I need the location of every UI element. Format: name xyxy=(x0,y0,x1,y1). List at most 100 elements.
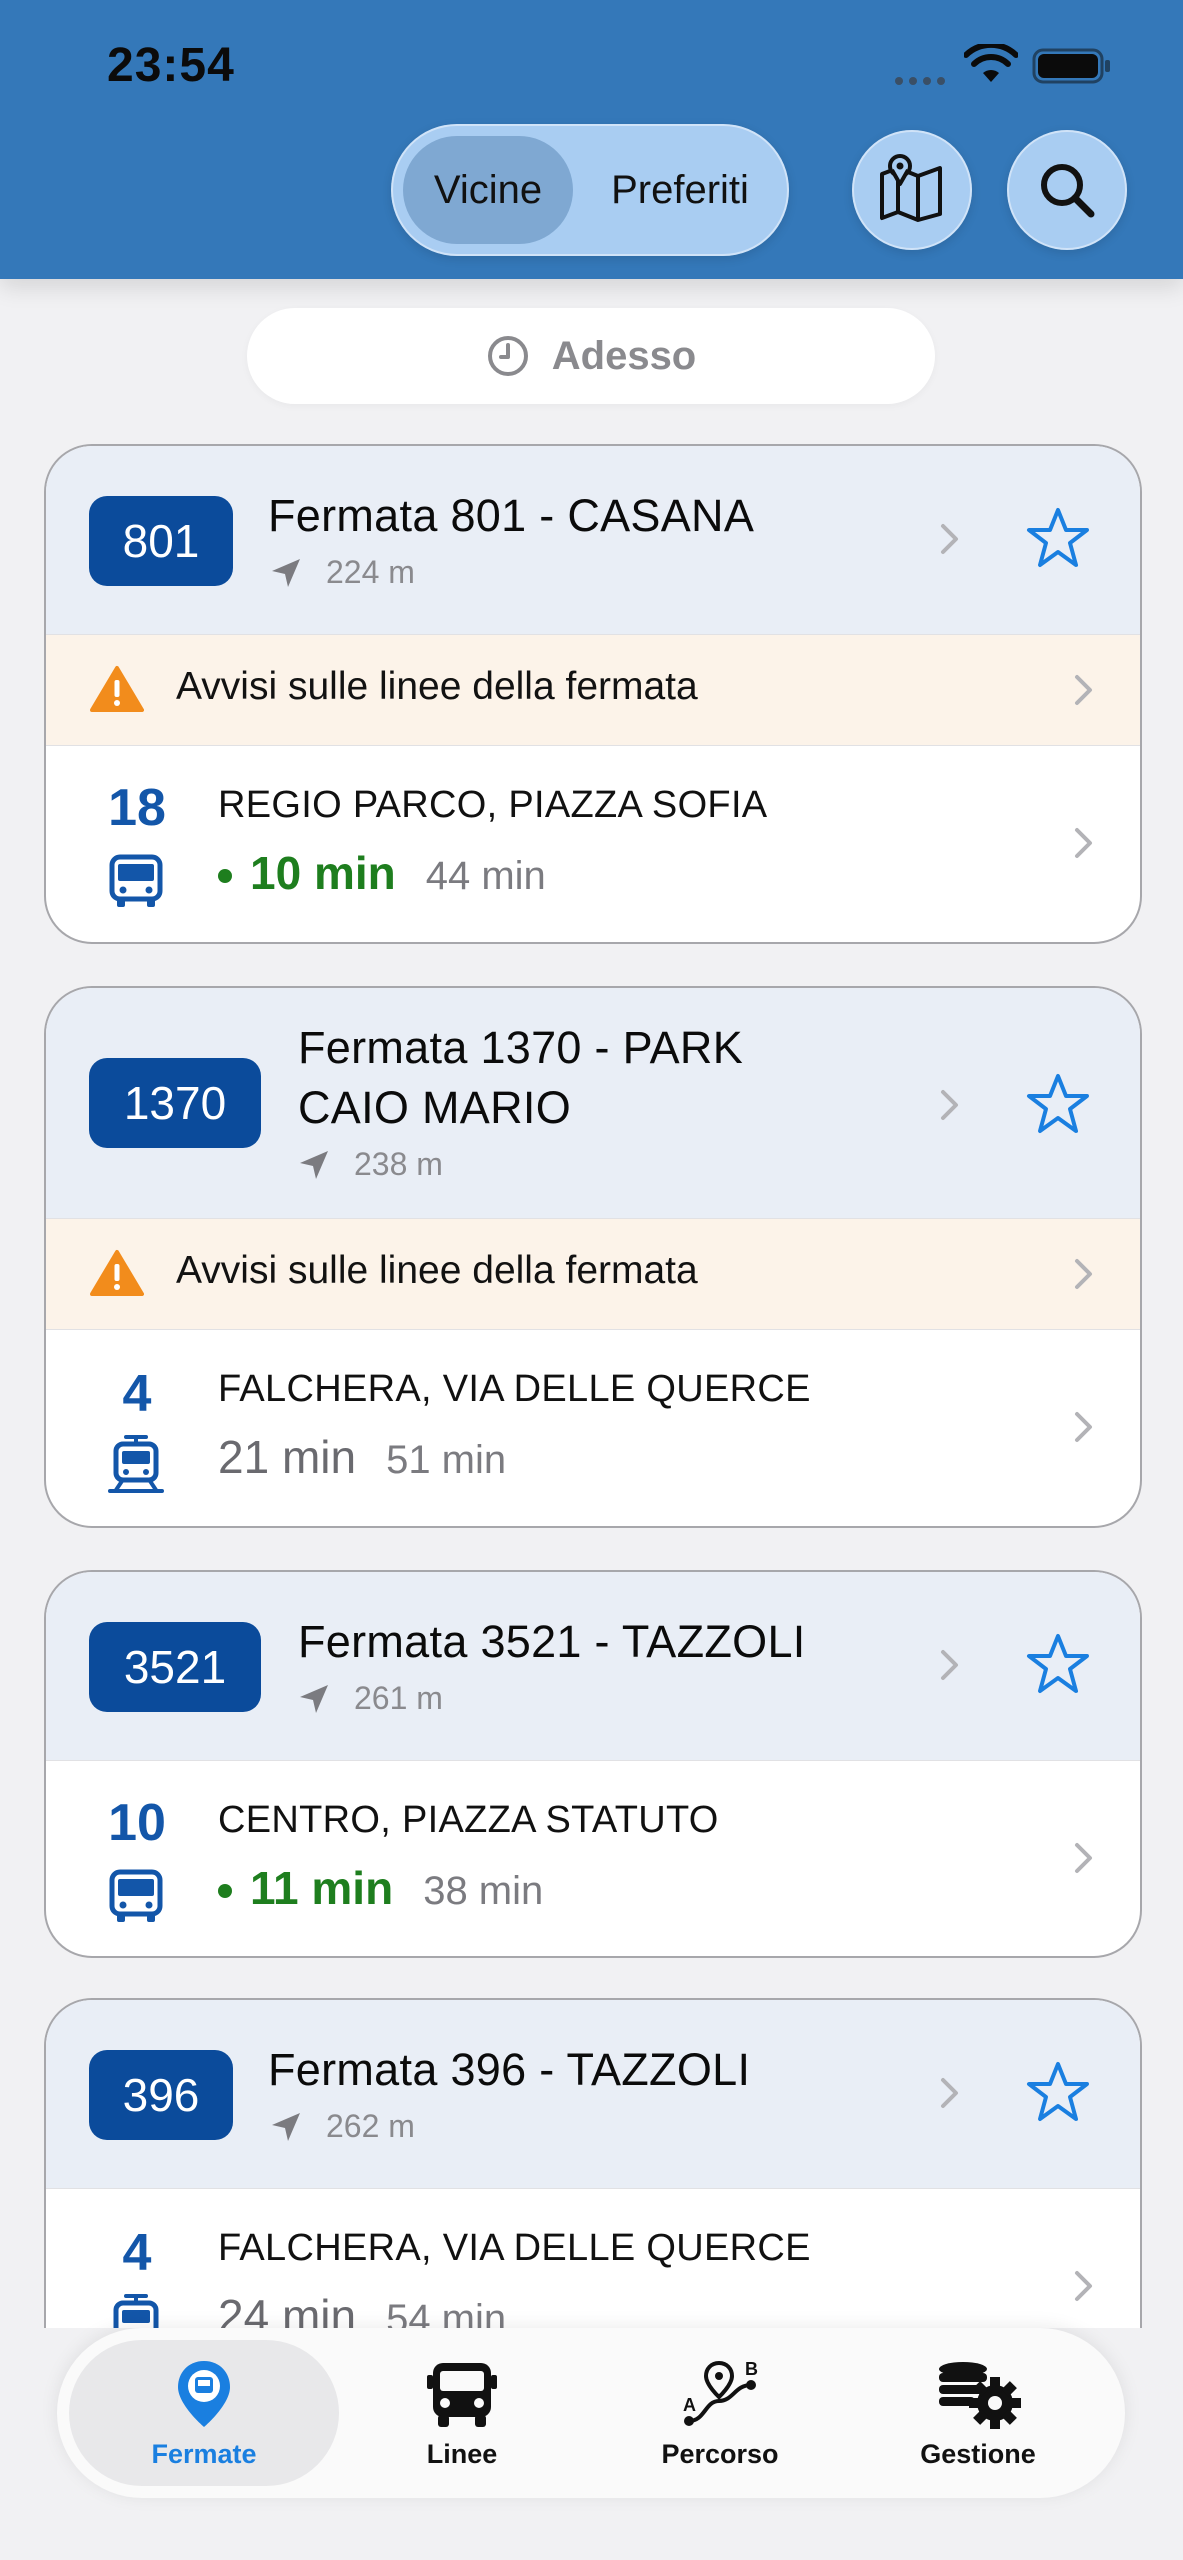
stop-header[interactable]: 1370 Fermata 1370 - PARK CAIO MARIO 238 … xyxy=(46,988,1140,1218)
time-filter-label: Adesso xyxy=(551,333,697,378)
realtime-dot-icon xyxy=(218,1884,232,1898)
stop-code-badge: 396 xyxy=(89,2050,233,2140)
route-icon: A B xyxy=(683,2359,758,2426)
distance-value: 224 m xyxy=(326,554,415,590)
line-alerts-row[interactable]: Avvisi sulle linee della fermata xyxy=(46,1218,1140,1330)
line-destination: REGIO PARCO, PIAZZA SOFIA xyxy=(218,784,768,826)
chevron-right-icon xyxy=(941,1650,958,1680)
svg-text:B: B xyxy=(745,2359,758,2379)
wifi-icon xyxy=(964,44,1018,82)
stop-code-badge: 3521 xyxy=(89,1622,261,1712)
alerts-label: Avvisi sulle linee della fermata xyxy=(176,665,698,708)
line-alerts-row[interactable]: Avvisi sulle linee della fermata xyxy=(46,634,1140,746)
distance-value: 262 m xyxy=(326,2108,415,2144)
line-destination: CENTRO, PIAZZA STATUTO xyxy=(218,1799,719,1841)
stop-title: Fermata 396 - TAZZOLI xyxy=(268,2044,751,2095)
favorite-star-icon[interactable] xyxy=(1025,1072,1091,1136)
time-filter-button[interactable]: Adesso xyxy=(247,308,935,404)
stop-header[interactable]: 3521 Fermata 3521 - TAZZOLI 261 m xyxy=(46,1572,1140,1761)
location-arrow-icon xyxy=(300,1684,328,1713)
chevron-right-icon xyxy=(941,524,958,554)
stop-header[interactable]: 801 Fermata 801 - CASANA 224 m xyxy=(46,446,1140,634)
status-time: 23:54 xyxy=(107,39,235,92)
line-row[interactable]: 18 REGIO PARCO, PIAZZA SOFIA 10 min 44 m… xyxy=(46,746,1140,942)
favorite-star-icon[interactable] xyxy=(1025,2060,1091,2124)
alerts-label: Avvisi sulle linee della fermata xyxy=(176,1249,698,1292)
stop-card: 1370 Fermata 1370 - PARK CAIO MARIO 238 … xyxy=(44,986,1142,1528)
arrival-times: 21 min 51 min xyxy=(218,1430,506,1484)
line-number: 4 xyxy=(122,2224,152,2282)
stop-title: Fermata 3521 - TAZZOLI xyxy=(298,1616,806,1667)
stop-distance: 224 m xyxy=(270,554,415,591)
line-destination: FALCHERA, VIA DELLE QUERCE xyxy=(218,2227,811,2269)
line-number: 18 xyxy=(108,779,166,837)
top-bar: 23:54 Vicine Preferiti xyxy=(0,0,1183,279)
stop-title: Fermata 801 - CASANA xyxy=(268,490,755,541)
stop-distance: 262 m xyxy=(270,2108,415,2145)
tab-bar-container: Fermate Linee A B Percorso Gestione xyxy=(57,2328,1125,2498)
settings-database-icon xyxy=(939,2361,1021,2429)
arrival-times: 10 min 44 min xyxy=(218,846,546,900)
tab-label: Fermate xyxy=(151,2438,257,2469)
signal-icon xyxy=(895,72,951,85)
chevron-right-icon xyxy=(1075,1259,1092,1289)
segment-vicine[interactable]: Vicine xyxy=(403,136,573,244)
bus-icon xyxy=(427,2362,497,2427)
svg-text:A: A xyxy=(683,2395,696,2415)
tab-bar: Fermate Linee A B Percorso Gestione xyxy=(0,2328,1183,2560)
line-number: 10 xyxy=(108,1794,166,1852)
chevron-right-icon xyxy=(941,2078,958,2108)
stop-distance: 261 m xyxy=(298,1680,443,1717)
warning-icon xyxy=(90,1250,144,1296)
stop-title-line-1: Fermata 1370 - PARK xyxy=(298,1022,744,1073)
map-button[interactable] xyxy=(852,130,972,250)
favorite-star-icon[interactable] xyxy=(1025,1632,1091,1696)
location-arrow-icon xyxy=(300,1150,328,1179)
tab-label: Linee xyxy=(426,2438,498,2469)
line-destination: FALCHERA, VIA DELLE QUERCE xyxy=(218,1368,811,1410)
tram-icon xyxy=(108,1435,164,1493)
tab-percorso[interactable]: A B Percorso xyxy=(585,2340,855,2486)
realtime-arrival: 10 min xyxy=(250,847,396,899)
scheduled-arrival: 21 min xyxy=(218,1431,357,1483)
distance-value: 238 m xyxy=(354,1146,443,1182)
stop-header[interactable]: 396 Fermata 396 - TAZZOLI 262 m xyxy=(46,2000,1140,2189)
tab-fermate[interactable]: Fermate xyxy=(69,2340,339,2486)
location-arrow-icon xyxy=(272,2112,300,2141)
warning-icon xyxy=(90,666,144,712)
chevron-right-icon xyxy=(1075,675,1092,705)
tab-label: Gestione xyxy=(920,2438,1036,2469)
search-icon xyxy=(1041,164,1095,218)
next-arrival: 51 min xyxy=(386,1438,507,1482)
stop-code-badge: 801 xyxy=(89,496,233,586)
realtime-arrival: 11 min xyxy=(250,1862,394,1914)
segmented-control: Vicine Preferiti xyxy=(391,124,789,256)
segment-preferiti[interactable]: Preferiti xyxy=(581,136,779,244)
stop-code-badge: 1370 xyxy=(89,1058,261,1148)
tab-gestione[interactable]: Gestione xyxy=(843,2340,1113,2486)
chevron-right-icon xyxy=(1075,1843,1092,1873)
chevron-right-icon xyxy=(1075,1412,1092,1442)
battery-icon xyxy=(1032,48,1110,84)
map-icon xyxy=(880,154,942,222)
next-arrival: 44 min xyxy=(425,854,546,898)
line-row[interactable]: 10 CENTRO, PIAZZA STATUTO 11 min 38 min xyxy=(46,1761,1140,1956)
stop-distance: 238 m xyxy=(298,1146,443,1183)
stop-card: 3521 Fermata 3521 - TAZZOLI 261 m 10 CEN… xyxy=(44,1570,1142,1958)
clock-icon xyxy=(487,336,528,376)
tab-label: Percorso xyxy=(661,2438,779,2469)
next-arrival: 38 min xyxy=(423,1869,544,1913)
location-arrow-icon xyxy=(272,558,300,587)
arrival-times: 11 min 38 min xyxy=(218,1861,543,1915)
line-row[interactable]: 4 FALCHERA, VIA DELLE QUERCE 21 min 51 m… xyxy=(46,1330,1140,1526)
chevron-right-icon xyxy=(941,1090,958,1120)
line-number: 4 xyxy=(122,1365,152,1423)
bus-icon xyxy=(109,854,163,907)
bus-stop-pin-icon xyxy=(178,2360,230,2427)
chevron-right-icon xyxy=(1075,2271,1092,2301)
search-button[interactable] xyxy=(1007,130,1127,250)
favorite-star-icon[interactable] xyxy=(1025,506,1091,570)
distance-value: 261 m xyxy=(354,1680,443,1716)
tab-linee[interactable]: Linee xyxy=(327,2340,597,2486)
stop-title-line-2: CAIO MARIO xyxy=(298,1082,572,1133)
